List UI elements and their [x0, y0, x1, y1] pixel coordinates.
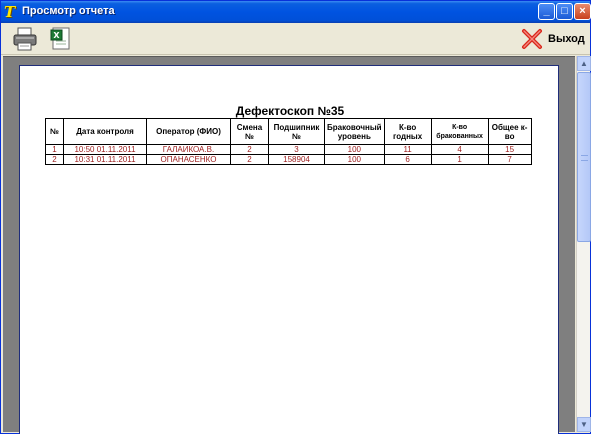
- cell-operator: ОПАНАСЕНКО: [146, 154, 231, 165]
- cell-shift: 2: [230, 144, 269, 155]
- scroll-grip-icon: [581, 155, 588, 161]
- col-number-header: №: [45, 118, 64, 145]
- col-bearing-header: Подшипник №: [268, 118, 325, 145]
- title-bar[interactable]: T Просмотр отчета _ □ ×: [1, 1, 591, 23]
- exit-button[interactable]: Выход: [521, 28, 585, 50]
- cell-date: 10:50 01.11.2011: [63, 144, 147, 155]
- col-shift-header: Смена №: [230, 118, 269, 145]
- cell-total-count: 7: [487, 154, 532, 165]
- svg-text:X: X: [53, 31, 60, 40]
- app-logo-icon: T: [4, 3, 16, 21]
- cell-operator: ГАЛАИКОА.В.: [146, 144, 231, 155]
- export-excel-button[interactable]: X: [48, 26, 74, 52]
- cell-reject-level: 100: [324, 154, 385, 165]
- table-row: 2 10:31 01.11.2011 ОПАНАСЕНКО 2 158904 1…: [45, 154, 532, 165]
- report-page: Дефектоскоп №35 № Дата контроля Оператор…: [19, 65, 559, 434]
- maximize-button[interactable]: □: [556, 3, 573, 20]
- close-button[interactable]: ×: [574, 3, 591, 20]
- printer-icon: [13, 27, 37, 51]
- cell-number: 2: [45, 154, 64, 165]
- scroll-up-button[interactable]: ▲: [577, 56, 591, 71]
- report-title: Дефектоскоп №35: [235, 104, 345, 118]
- exit-label: Выход: [548, 33, 585, 45]
- col-reject-level-header: Браковочный уровень: [324, 118, 385, 145]
- cell-date: 10:31 01.11.2011: [63, 154, 147, 165]
- excel-export-icon: X: [50, 27, 70, 50]
- scroll-down-button[interactable]: ▼: [577, 417, 591, 432]
- cell-total-count: 15: [487, 144, 532, 155]
- vertical-scrollbar[interactable]: ▲ ▼: [576, 56, 591, 432]
- col-operator-header: Оператор (ФИО): [146, 118, 231, 145]
- col-total-count-header: Общее к-во: [487, 118, 532, 145]
- cell-defect-count: 4: [430, 144, 489, 155]
- scroll-thumb[interactable]: [577, 72, 591, 242]
- cell-reject-level: 100: [324, 144, 385, 155]
- cell-good-count: 6: [383, 154, 432, 165]
- table-row: 1 10:50 01.11.2011 ГАЛАИКОА.В. 2 3 100 1…: [45, 144, 532, 155]
- report-table: № Дата контроля Оператор (ФИО) Смена № П…: [45, 118, 532, 165]
- preview-area[interactable]: Дефектоскоп №35 № Дата контроля Оператор…: [3, 56, 575, 434]
- cell-defect-count: 1: [430, 154, 489, 165]
- toolbar: X Выход: [1, 23, 590, 55]
- col-defect-count-header: К-во бракованных: [430, 118, 489, 145]
- report-preview-window: T Просмотр отчета _ □ × X Выход Дефектос…: [0, 0, 591, 434]
- cell-number: 1: [45, 144, 64, 155]
- cell-shift: 2: [230, 154, 269, 165]
- window-title: Просмотр отчета: [22, 5, 115, 17]
- minimize-button[interactable]: _: [538, 3, 555, 20]
- cell-good-count: 11: [383, 144, 432, 155]
- red-x-icon: [522, 29, 542, 49]
- col-date-header: Дата контроля: [63, 118, 147, 145]
- table-header-row: № Дата контроля Оператор (ФИО) Смена № П…: [45, 118, 532, 145]
- col-good-count-header: К-во годных: [383, 118, 432, 145]
- cell-bearing: 3: [268, 144, 325, 155]
- print-button[interactable]: [12, 26, 38, 52]
- cell-bearing: 158904: [268, 154, 325, 165]
